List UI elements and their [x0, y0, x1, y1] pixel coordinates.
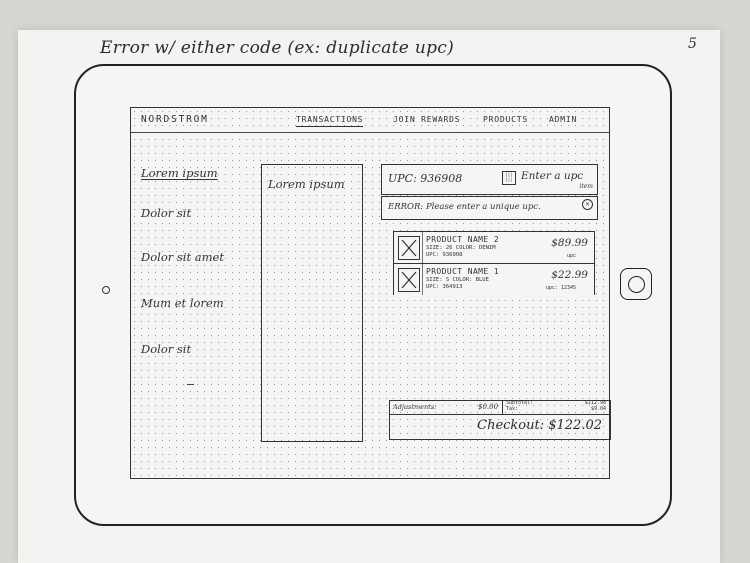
product-name: PRODUCT NAME 2 — [426, 235, 500, 244]
nav-tab-transactions[interactable]: TRANSACTIONS — [296, 115, 364, 127]
summary-top-row: Adjustments: $0.00 Subtotal: Tax: $112.9… — [390, 400, 610, 415]
nav-tab-join-rewards[interactable]: JOIN REWARDS — [393, 115, 460, 124]
product-price: $22.99 — [551, 269, 588, 281]
product-list: PRODUCT NAME 2 SIZE: 26 COLOR: DENIM UPC… — [393, 231, 595, 295]
product-name: PRODUCT NAME 1 — [426, 267, 500, 276]
order-summary: Adjustments: $0.00 Subtotal: Tax: $112.9… — [389, 400, 611, 440]
sidebar-heading[interactable]: Lorem ipsum — [141, 166, 218, 180]
sidebar-dash — [187, 384, 194, 386]
barcode-scan-icon[interactable]: ||| ||| — [502, 171, 516, 185]
product-extra: upc: 12345 — [545, 285, 576, 291]
product-detail-size: SIZE: S COLOR: BLUE — [426, 277, 489, 283]
upc-hint: item — [579, 183, 593, 190]
current-upc: UPC: 936908 — [388, 172, 463, 185]
product-details: SIZE: 26 COLOR: DENIM UPC: 936908 — [426, 245, 496, 258]
subtotal-tax-labels: Subtotal: Tax: — [506, 400, 533, 412]
product-details: SIZE: S COLOR: BLUE UPC: 364913 — [426, 277, 489, 290]
adjustments-value[interactable]: $0.00 — [478, 403, 498, 411]
product-row[interactable]: PRODUCT NAME 2 SIZE: 26 COLOR: DENIM UPC… — [394, 232, 594, 263]
product-divider — [422, 264, 423, 295]
tax-label: Tax: — [506, 405, 519, 412]
upc-input[interactable] — [519, 168, 597, 184]
tax-value: $9.04 — [590, 405, 606, 412]
app-screen: NORDSTROM TRANSACTIONS JOIN REWARDS PROD… — [130, 107, 611, 479]
summary-divider — [502, 401, 503, 414]
nav-tab-products[interactable]: PRODUCTS — [483, 115, 528, 124]
panel-title: Lorem ipsum — [268, 177, 345, 191]
error-banner: ERROR: Please enter a unique upc. × — [381, 196, 598, 220]
remove-item-icon[interactable] — [398, 268, 420, 292]
nav-tab-admin[interactable]: ADMIN — [549, 115, 577, 124]
content-panel: Lorem ipsum — [261, 164, 363, 442]
sidebar-item-4[interactable]: Dolor sit — [141, 342, 191, 356]
home-button[interactable] — [620, 268, 652, 300]
sidebar-item-2[interactable]: Dolor sit amet — [141, 250, 224, 264]
product-detail-size: SIZE: 26 COLOR: DENIM — [426, 245, 496, 251]
page-number: 5 — [688, 36, 697, 52]
camera-icon — [102, 286, 110, 294]
product-price: $89.99 — [551, 237, 588, 249]
subtotal-tax-values: $112.98 $9.04 — [585, 400, 606, 412]
product-row[interactable]: PRODUCT NAME 1 SIZE: S COLOR: BLUE UPC: … — [394, 263, 594, 295]
top-nav: NORDSTROM TRANSACTIONS JOIN REWARDS PROD… — [131, 108, 609, 133]
checkout-button[interactable]: Checkout: $122.02 — [477, 418, 602, 433]
product-extra: upc — [566, 253, 576, 259]
sidebar-item-3[interactable]: Mum et lorem — [141, 296, 224, 310]
product-divider — [422, 232, 423, 263]
remove-item-icon[interactable] — [398, 236, 420, 260]
home-button-circle-icon — [627, 275, 645, 293]
annotation-caption: Error w/ either code (ex: duplicate upc) — [100, 38, 455, 58]
upc-entry-bar: UPC: 936908 ||| ||| item — [381, 164, 598, 195]
error-message: ERROR: Please enter a unique upc. — [388, 202, 541, 212]
adjustments-label: Adjustments: — [393, 403, 437, 411]
brand-logo[interactable]: NORDSTROM — [141, 114, 209, 125]
close-icon[interactable]: × — [582, 199, 593, 210]
sidebar-item-1[interactable]: Dolor sit — [141, 206, 191, 220]
product-detail-upc: UPC: 936908 — [426, 251, 463, 258]
product-detail-upc: UPC: 364913 — [426, 283, 463, 290]
